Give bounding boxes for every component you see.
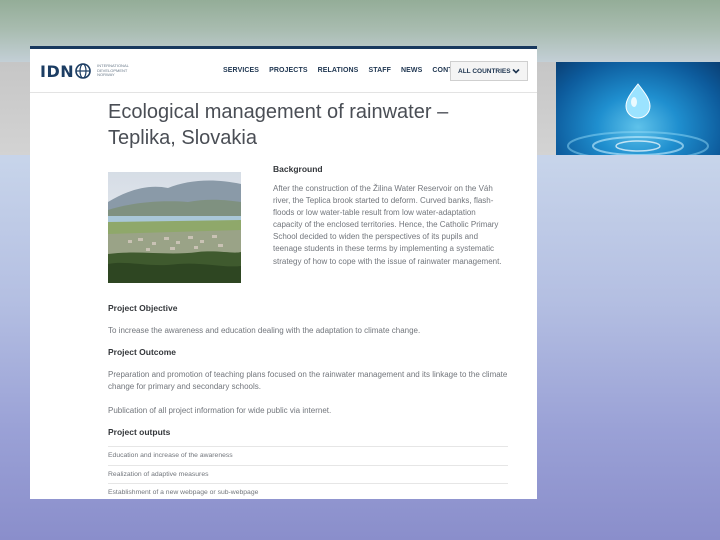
logo-text: IDN bbox=[40, 61, 75, 81]
outputs-list-item: Establishment of a new webpage or sub-we… bbox=[108, 483, 508, 499]
water-drop-photo bbox=[556, 62, 720, 155]
objective-paragraph: To increase the awareness and education … bbox=[108, 326, 421, 335]
site-navbar: IDN International Development Norway SER… bbox=[30, 49, 537, 93]
country-dropdown-value: ALL COUNTRIES bbox=[458, 67, 511, 75]
main-menu: SERVICES PROJECTS RELATIONS STAFF NEWS C… bbox=[223, 49, 477, 92]
background-paragraph: After the construction of the Žilina Wat… bbox=[273, 184, 502, 266]
menu-news[interactable]: NEWS bbox=[401, 67, 422, 74]
outputs-list-item: Education and increase of the awareness bbox=[108, 446, 508, 465]
objective-heading: Project Objective bbox=[108, 303, 178, 313]
page-title-line-1: Ecological management of rainwater – bbox=[108, 101, 449, 123]
page-title: Ecological management of rainwater – Tep… bbox=[108, 99, 528, 151]
chevron-down-icon bbox=[512, 68, 520, 74]
menu-services[interactable]: SERVICES bbox=[223, 67, 259, 74]
outcome-paragraph-1: Preparation and promotion of teaching pl… bbox=[108, 370, 508, 391]
outcome-paragraph-2: Publication of all project information f… bbox=[108, 406, 332, 415]
page-title-line-2: Teplika, Slovakia bbox=[108, 127, 257, 149]
outputs-list-item: Realization of adaptive measures bbox=[108, 464, 508, 484]
village-landscape-photo bbox=[108, 172, 241, 283]
background-heading: Background bbox=[273, 164, 323, 174]
globe-icon bbox=[75, 63, 91, 79]
outcome-heading: Project Outcome bbox=[108, 347, 177, 357]
outputs-list: Education and increase of the awareness … bbox=[108, 446, 508, 499]
menu-projects[interactable]: PROJECTS bbox=[269, 67, 308, 74]
country-dropdown[interactable]: ALL COUNTRIES bbox=[450, 61, 528, 81]
webpage-screenshot: IDN International Development Norway SER… bbox=[30, 46, 537, 499]
menu-relations[interactable]: RELATIONS bbox=[318, 67, 359, 74]
outputs-heading: Project outputs bbox=[108, 427, 171, 437]
idn-logo[interactable]: IDN International Development Norway bbox=[40, 61, 131, 81]
menu-staff[interactable]: STAFF bbox=[368, 67, 391, 74]
logo-subtitle: International Development Norway bbox=[97, 63, 129, 78]
